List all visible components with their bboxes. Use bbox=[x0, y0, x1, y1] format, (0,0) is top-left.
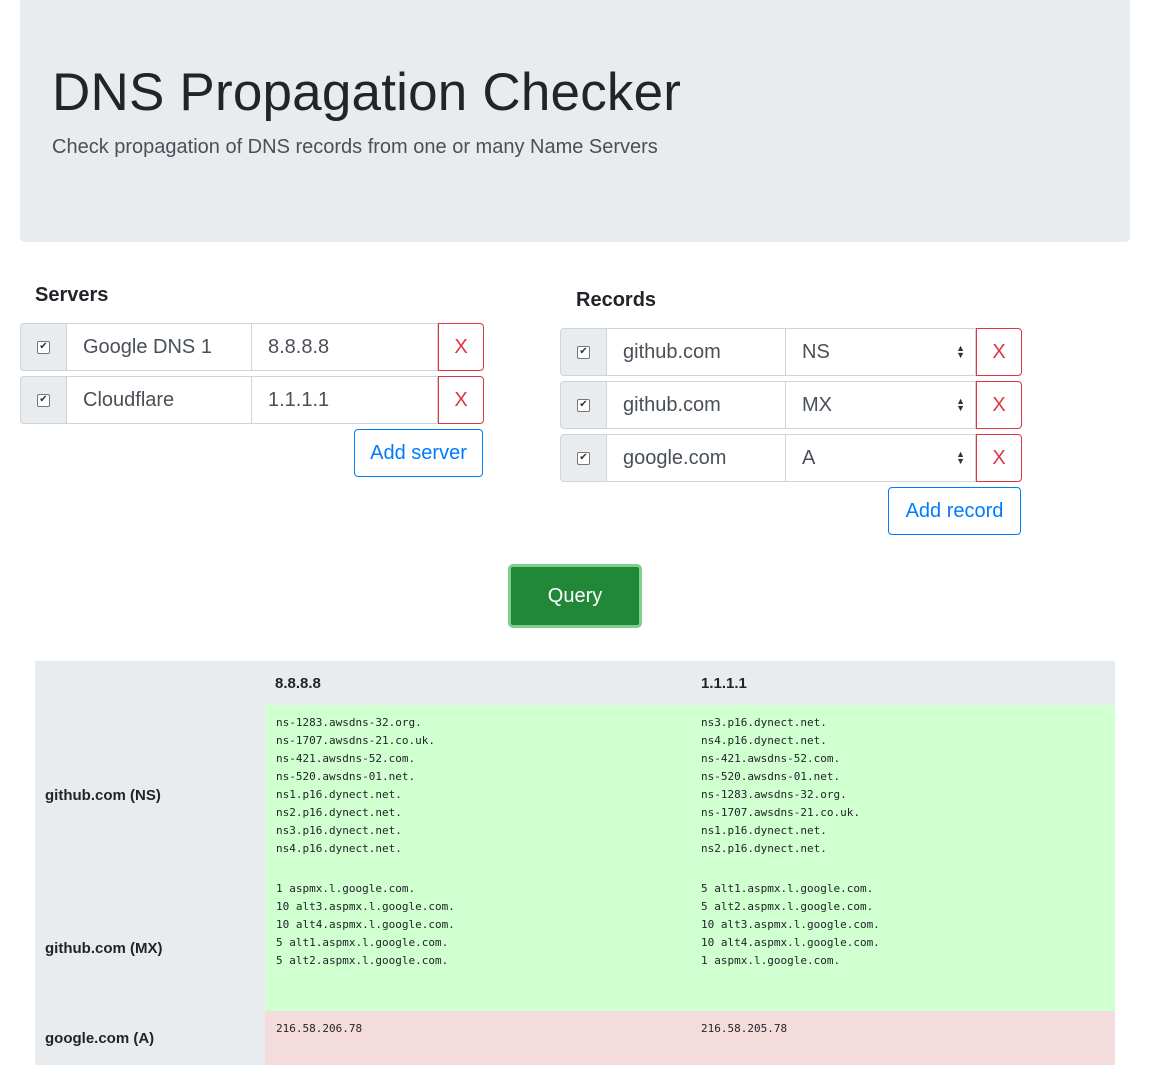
remove-record-button[interactable]: X bbox=[976, 328, 1022, 376]
record-checkbox-cell[interactable]: ✔ bbox=[560, 381, 607, 429]
header-banner: DNS Propagation Checker Check propagatio… bbox=[20, 0, 1130, 242]
record-type-value: NS bbox=[802, 340, 830, 363]
server-row: ✔ Google DNS 1 8.8.8.8 X bbox=[20, 323, 484, 371]
row-label: github.com (NS) bbox=[45, 787, 161, 804]
remove-record-button[interactable]: X bbox=[976, 434, 1022, 482]
page-subtitle: Check propagation of DNS records from on… bbox=[52, 136, 658, 158]
select-arrows-icon: ▲ ▼ bbox=[956, 396, 965, 413]
record-enabled-checkbox[interactable]: ✔ bbox=[577, 345, 590, 359]
record-row: ✔ google.com A ▲ ▼ X bbox=[560, 434, 1022, 482]
select-arrows-icon: ▲ ▼ bbox=[956, 343, 965, 360]
record-enabled-checkbox[interactable]: ✔ bbox=[577, 398, 590, 412]
result-cell: ns3.p16.dynect.net. ns4.p16.dynect.net. … bbox=[690, 705, 1115, 871]
result-cell: 5 alt1.aspmx.l.google.com. 5 alt2.aspmx.… bbox=[690, 871, 1115, 1011]
record-enabled-checkbox[interactable]: ✔ bbox=[577, 451, 590, 465]
column-header-server: 8.8.8.8 bbox=[275, 675, 321, 692]
remove-server-button[interactable]: X bbox=[438, 323, 484, 371]
record-type-select[interactable]: MX ▲ ▼ bbox=[786, 381, 976, 429]
select-arrows-icon: ▲ ▼ bbox=[956, 449, 965, 466]
record-domain-input[interactable]: github.com bbox=[607, 328, 786, 376]
server-checkbox-cell[interactable]: ✔ bbox=[20, 376, 67, 424]
record-type-value: MX bbox=[802, 393, 832, 416]
remove-record-button[interactable]: X bbox=[976, 381, 1022, 429]
server-address-input[interactable]: 1.1.1.1 bbox=[252, 376, 438, 424]
column-header-server: 1.1.1.1 bbox=[701, 675, 747, 692]
record-domain-input[interactable]: google.com bbox=[607, 434, 786, 482]
server-row: ✔ Cloudflare 1.1.1.1 X bbox=[20, 376, 484, 424]
remove-server-button[interactable]: X bbox=[438, 376, 484, 424]
result-cell: 216.58.205.78 bbox=[690, 1011, 1115, 1065]
server-checkbox-cell[interactable]: ✔ bbox=[20, 323, 67, 371]
server-enabled-checkbox[interactable]: ✔ bbox=[37, 340, 50, 354]
server-name-input[interactable]: Cloudflare bbox=[67, 376, 252, 424]
server-name-input[interactable]: Google DNS 1 bbox=[67, 323, 252, 371]
query-button[interactable]: Query bbox=[508, 564, 642, 628]
result-cell: 1 aspmx.l.google.com. 10 alt3.aspmx.l.go… bbox=[265, 871, 690, 1011]
page-title: DNS Propagation Checker bbox=[52, 63, 682, 122]
add-server-button[interactable]: Add server bbox=[354, 429, 483, 477]
record-type-select[interactable]: A ▲ ▼ bbox=[786, 434, 976, 482]
server-enabled-checkbox[interactable]: ✔ bbox=[37, 393, 50, 407]
record-checkbox-cell[interactable]: ✔ bbox=[560, 328, 607, 376]
record-checkbox-cell[interactable]: ✔ bbox=[560, 434, 607, 482]
record-domain-input[interactable]: github.com bbox=[607, 381, 786, 429]
records-title: Records bbox=[576, 289, 657, 311]
server-address-input[interactable]: 8.8.8.8 bbox=[252, 323, 438, 371]
row-label: google.com (A) bbox=[45, 1030, 155, 1047]
results-table: 8.8.8.8 1.1.1.1 github.com (NS) ns-1283.… bbox=[35, 661, 1115, 1065]
row-label: github.com (MX) bbox=[45, 940, 163, 957]
result-cell: 216.58.206.78 bbox=[265, 1011, 690, 1065]
result-cell: ns-1283.awsdns-32.org. ns-1707.awsdns-21… bbox=[265, 705, 690, 871]
record-type-select[interactable]: NS ▲ ▼ bbox=[786, 328, 976, 376]
servers-title: Servers bbox=[35, 284, 109, 306]
record-type-value: A bbox=[802, 446, 816, 469]
add-record-button[interactable]: Add record bbox=[888, 487, 1021, 535]
record-row: ✔ github.com MX ▲ ▼ X bbox=[560, 381, 1022, 429]
record-row: ✔ github.com NS ▲ ▼ X bbox=[560, 328, 1022, 376]
